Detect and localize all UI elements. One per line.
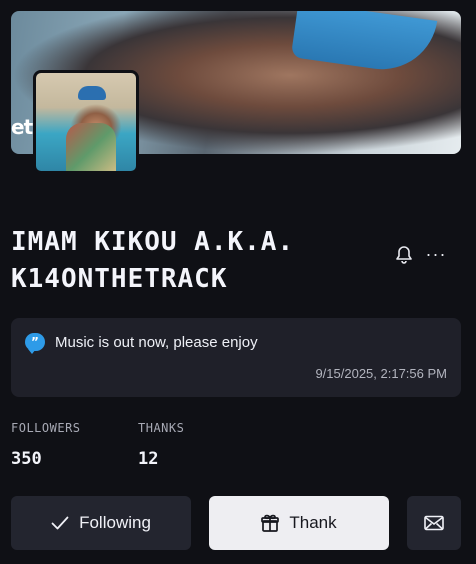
thanks-count: 12 <box>138 449 159 469</box>
avatar-shirt-shape <box>66 123 116 171</box>
bell-icon <box>395 244 413 264</box>
following-button-label: Following <box>79 513 151 532</box>
avatar-cap-shape <box>78 86 106 100</box>
followers-label: FOLLOWERS <box>11 421 81 435</box>
status-timestamp: 9/15/2025, 2:17:56 PM <box>315 366 447 381</box>
profile-name: IMAM KIKOU A.K.A. K14ONTHETRACK <box>11 227 295 294</box>
speech-bubble-icon: ” <box>25 333 45 354</box>
banner-cap-shape <box>290 11 438 77</box>
following-button[interactable]: Following <box>11 496 191 550</box>
notifications-button[interactable] <box>392 242 416 266</box>
check-icon <box>51 516 69 530</box>
avatar[interactable] <box>33 70 139 174</box>
message-button[interactable] <box>407 496 461 550</box>
thank-button-label: Thank <box>289 513 337 532</box>
more-icon: ··· <box>425 244 447 264</box>
mail-icon <box>424 515 444 531</box>
more-options-button[interactable]: ··· <box>424 242 448 266</box>
followers-count[interactable]: 350 <box>11 449 42 469</box>
status-card: ” Music is out now, please enjoy 9/15/20… <box>11 318 461 397</box>
thanks-label: THANKS <box>138 421 185 435</box>
thank-button[interactable]: Thank <box>209 496 389 550</box>
gift-icon <box>261 514 280 532</box>
status-message: Music is out now, please enjoy <box>55 334 258 351</box>
